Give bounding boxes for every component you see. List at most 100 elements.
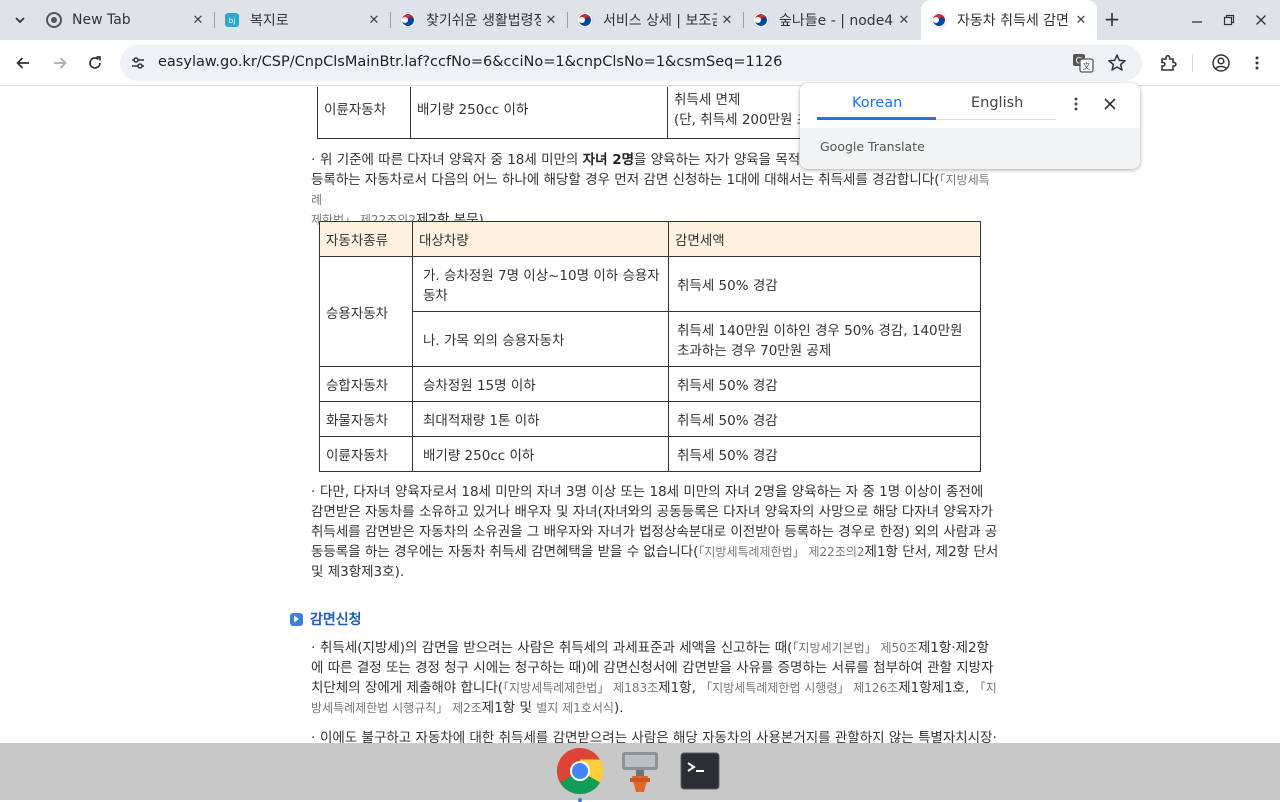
law-link[interactable]: 「지방세특례제한법」 제183조 — [503, 681, 658, 695]
bullet: · — [311, 730, 316, 743]
table-cell: 취득세 50% 경감 — [668, 436, 981, 472]
table-header: 대상차량 — [412, 221, 669, 257]
tab-english[interactable]: English — [971, 95, 1023, 111]
table-row: 나. 가목 외의 승용자동차 취득세 140만원 이하인 경우 50% 경감, … — [320, 311, 981, 367]
table-header: 자동차종류 — [319, 221, 413, 257]
tab-bokjiro[interactable]: bj 복지로 ✕ — [214, 6, 390, 34]
minimize-icon — [1192, 21, 1202, 23]
minimize-button[interactable] — [1189, 12, 1205, 28]
close-window-button[interactable] — [1253, 12, 1269, 28]
translate-icon[interactable]: G文 — [1072, 53, 1094, 73]
table-cell: 승합자동차 — [319, 366, 413, 402]
chrome-icon — [46, 12, 62, 28]
close-icon[interactable]: ✕ — [541, 10, 561, 30]
table-cell: 화물자동차 — [319, 401, 413, 437]
paragraph: · 취득세(지방세)의 감면을 받으려는 사람은 취득세의 과세표준과 세액을 신… — [311, 638, 999, 718]
account-icon — [1212, 54, 1230, 72]
tab-title: 찾기쉬운 생활법령정 — [426, 13, 541, 29]
google-translate-logo: Google Translate — [820, 139, 925, 154]
menu-button[interactable] — [1245, 51, 1269, 75]
remote-desktop-app-icon[interactable] — [615, 746, 665, 796]
active-tab-indicator — [817, 117, 936, 120]
table-cell: 이륜자동차 — [317, 87, 411, 139]
tab-strip: New Tab ✕ bj 복지로 ✕ 찾기쉬운 생활법령정 ✕ 서비스 상세 |… — [0, 0, 1280, 40]
reload-button[interactable] — [83, 51, 107, 75]
arrow-right-icon — [290, 612, 303, 626]
section-heading: 감면신청 — [290, 609, 362, 629]
profile-button[interactable] — [1209, 51, 1233, 75]
tab-service-detail[interactable]: 서비스 상세 | 보조금 ✕ — [567, 6, 743, 34]
table-header: 감면세액 — [668, 221, 981, 257]
site-info-icon[interactable] — [130, 55, 146, 71]
back-button[interactable] — [11, 51, 35, 75]
toolbar-divider — [1192, 54, 1193, 72]
bullet: · — [311, 640, 316, 656]
page-content: 이륜자동차 배기량 250cc 이하 취득세 면제 (단, 취득세 200만원 … — [0, 87, 1280, 743]
bokjiro-icon: bj — [224, 12, 240, 28]
table-cell: 취득세 50% 경감 — [668, 256, 981, 312]
law-link[interactable]: 「지방세특례제한법 시행령」 제126조 — [700, 681, 898, 695]
translate-popup-footer: Google Translate — [800, 128, 1140, 169]
table-header-row: 자동차종류 대상차량 감면세액 — [319, 221, 981, 257]
table-row: 이륜자동차 배기량 250cc 이하 취득세 50% 경감 — [319, 436, 981, 472]
korea-flag-icon — [400, 12, 416, 28]
close-icon[interactable]: ✕ — [1071, 10, 1091, 30]
chrome-app-icon[interactable] — [555, 746, 605, 802]
tab-new-tab[interactable]: New Tab ✕ — [36, 6, 214, 34]
korea-flag-icon — [577, 12, 593, 28]
table-cell: 취득세 50% 경감 — [668, 401, 981, 437]
table-cell: 승차정원 15명 이하 — [412, 366, 669, 402]
extensions-button[interactable] — [1156, 51, 1180, 75]
table-cell: 승용자동차 — [319, 256, 413, 367]
table-cell: 가. 승차정원 7명 이상~10명 이하 승용자동차 — [412, 256, 669, 312]
close-icon[interactable]: ✕ — [188, 10, 208, 30]
restore-button[interactable] — [1221, 12, 1237, 28]
law-link[interactable]: 「지방세특례제한법」 제22조의2 — [698, 545, 864, 559]
tab-korean[interactable]: Korean — [852, 95, 902, 111]
text: ). — [613, 700, 624, 716]
restore-icon — [1223, 14, 1235, 26]
puzzle-icon — [1161, 54, 1177, 71]
remote-desktop-icon — [622, 752, 658, 792]
reduction-table: 자동차종류 대상차량 감면세액 승용자동차 가. 승차정원 7명 이상~10명 … — [319, 221, 981, 472]
table-cell: 취득세 50% 경감 — [668, 366, 981, 402]
tab-title: New Tab — [72, 12, 131, 28]
more-vert-icon[interactable] — [1070, 96, 1082, 112]
tab-car-tax[interactable]: 자동차 취득세 감면 ✕ — [921, 0, 1097, 40]
bold-text: 자녀 2명 — [582, 152, 635, 168]
chrome-icon — [556, 747, 604, 795]
forward-button[interactable] — [48, 51, 72, 75]
star-icon[interactable] — [1107, 53, 1127, 73]
korea-flag-icon — [931, 12, 947, 28]
form-link[interactable]: 별지 제1호서식 — [536, 701, 614, 715]
close-icon[interactable] — [1103, 97, 1117, 111]
paragraph: · 이에도 불구하고 자동차에 대한 취득세를 감면받으려는 사람은 해당 자동차… — [311, 728, 999, 743]
text: 제1항제1호, — [898, 680, 974, 696]
section-title: 감면신청 — [310, 612, 362, 628]
url-text[interactable]: easylaw.go.kr/CSP/CnpClsMainBtr.laf?ccfN… — [158, 54, 782, 70]
tab-title: 숲나들e - | node4 — [779, 13, 894, 29]
table-cell: 배기량 250cc 이하 — [410, 87, 668, 139]
tab-easylaw[interactable]: 찾기쉬운 생활법령정 ✕ — [390, 6, 567, 34]
law-link[interactable]: 「지방세기본법」 제50조 — [792, 641, 917, 655]
tab-search-button[interactable] — [8, 8, 32, 32]
running-indicator — [578, 798, 582, 802]
new-tab-button[interactable]: + — [1102, 9, 1122, 30]
text: 위 기준에 따른 다자녀 양육자 중 18세 미만의 — [320, 152, 583, 168]
text: 을 양육하는 자가 양육을 목적으로 — [634, 152, 826, 168]
address-bar[interactable]: easylaw.go.kr/CSP/CnpClsMainBtr.laf?ccfN… — [120, 45, 1142, 81]
text: 취득세(지방세)의 감면을 받으려는 사람은 취득세의 과세표준과 세액을 신고… — [320, 640, 793, 656]
chevron-down-icon — [15, 17, 25, 24]
bullet: · — [311, 484, 316, 500]
close-icon — [1256, 15, 1266, 25]
tab-title: 복지로 — [250, 13, 289, 29]
terminal-app-icon[interactable] — [675, 746, 725, 796]
arrow-left-icon — [16, 57, 29, 69]
tab-title: 서비스 상세 | 보조금 — [603, 13, 717, 29]
close-icon[interactable]: ✕ — [894, 10, 914, 30]
tab-forest[interactable]: 숲나들e - | node4 ✕ — [743, 6, 920, 34]
text: 이에도 불구하고 자동차에 대한 취득세를 감면받으려는 사람은 해당 자동차의… — [320, 730, 997, 743]
tab-underline — [936, 119, 1056, 120]
close-icon[interactable]: ✕ — [717, 10, 737, 30]
close-icon[interactable]: ✕ — [364, 10, 384, 30]
